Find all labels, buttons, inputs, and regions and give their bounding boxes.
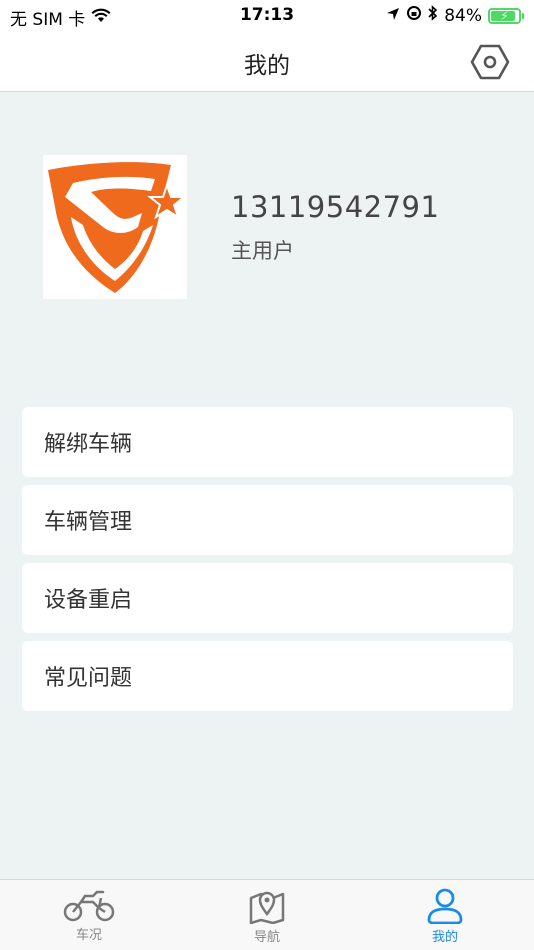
tab-bar: 车况 导航 我的 — [0, 879, 534, 950]
map-pin-icon — [249, 891, 285, 924]
avatar[interactable] — [43, 155, 187, 299]
user-icon — [427, 888, 463, 924]
profile-card: 13119542791 主用户 — [43, 155, 493, 300]
tab-mine[interactable]: 我的 — [356, 880, 534, 950]
menu-item-label: 设备重启 — [44, 588, 133, 613]
menu-item-label: 车辆管理 — [44, 510, 133, 535]
nav-bar: 我的 — [0, 30, 534, 92]
status-bar: 无 SIM 卡 17:13 84% ⚡ — [0, 0, 534, 30]
motorcycle-icon — [63, 890, 115, 922]
menu-item-label: 常见问题 — [44, 666, 133, 691]
hexagon-settings-icon — [470, 44, 510, 80]
brand-logo-icon — [48, 162, 187, 293]
tab-label: 导航 — [253, 930, 280, 945]
menu-item-vehicle-management[interactable]: 车辆管理 — [22, 485, 513, 555]
menu-item-label: 解绑车辆 — [44, 432, 133, 457]
tab-label: 我的 — [431, 930, 458, 945]
tab-navigation[interactable]: 导航 — [178, 880, 356, 950]
user-role: 主用户 — [231, 239, 294, 263]
battery-icon: ⚡ — [488, 7, 521, 24]
tab-vehicle-status[interactable]: 车况 — [0, 880, 178, 950]
menu-item-device-restart[interactable]: 设备重启 — [22, 563, 513, 633]
phone-number: 13119542791 — [231, 190, 440, 224]
page-title: 我的 — [244, 53, 290, 79]
rotation-lock-icon — [406, 5, 422, 26]
battery-percent: 84% — [444, 5, 482, 26]
bluetooth-icon — [428, 5, 438, 26]
tab-label: 车况 — [75, 928, 102, 943]
menu-item-unbind-vehicle[interactable]: 解绑车辆 — [22, 407, 513, 477]
location-arrow-icon — [386, 6, 400, 26]
menu-list: 解绑车辆 车辆管理 设备重启 常见问题 — [22, 407, 513, 719]
settings-button[interactable] — [470, 42, 510, 82]
menu-item-faq[interactable]: 常见问题 — [22, 641, 513, 711]
